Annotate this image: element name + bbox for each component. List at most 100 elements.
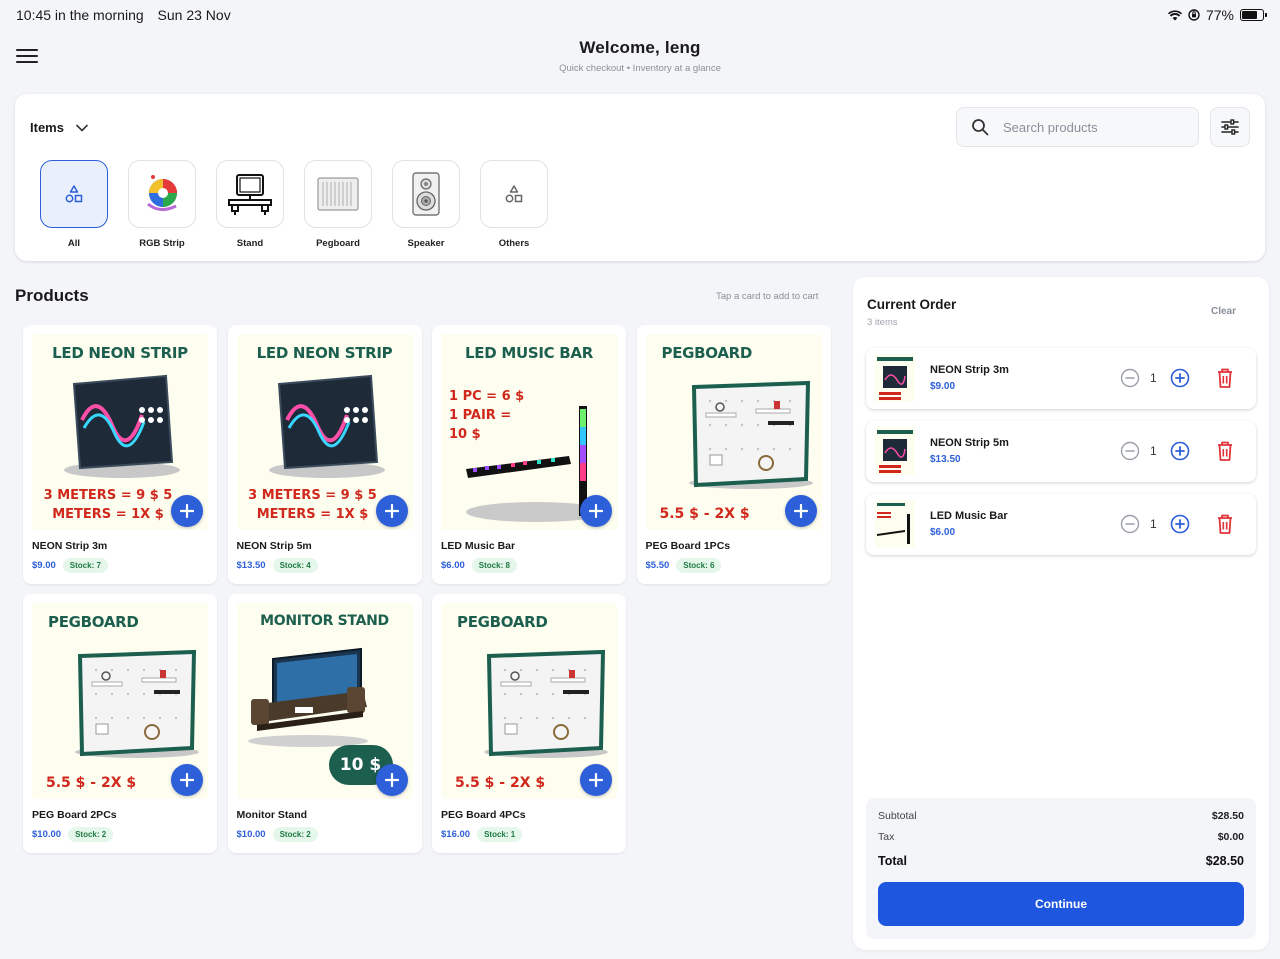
product-card[interactable]: PEGBOARD 5.5 $ - 2X $ PEG Board 2PCs $10…: [23, 594, 217, 853]
product-name: PEG Board 1PCs: [645, 540, 731, 552]
sliders-icon: [1221, 119, 1239, 135]
chevron-down-icon: [76, 124, 88, 131]
add-to-cart-button[interactable]: [375, 495, 408, 527]
category-others[interactable]: Others: [480, 160, 548, 249]
stock-badge: Stock: 2: [272, 827, 318, 842]
search-input[interactable]: [1003, 119, 1173, 135]
add-to-cart-button[interactable]: [580, 764, 612, 796]
category-panel: Items All: [15, 94, 1265, 261]
product-price: $13.50: [236, 560, 266, 571]
pegboard-icon: [317, 177, 359, 211]
product-price: $10.00: [236, 829, 266, 840]
decrease-quantity-button[interactable]: [1120, 514, 1140, 534]
product-name: PEG Board 2PCs: [32, 809, 117, 821]
category-all[interactable]: All: [40, 160, 108, 249]
search-box: [956, 107, 1199, 147]
product-image-text: 5.5 $ - 2X $: [455, 775, 546, 791]
subtotal-row: Subtotal $28.50: [878, 810, 1244, 822]
product-image-title: PEGBOARD: [661, 344, 753, 362]
increase-quantity-button[interactable]: [1170, 514, 1190, 534]
filter-button[interactable]: [1210, 107, 1250, 147]
tax-value: $0.00: [1217, 831, 1244, 843]
order-item-thumbnail: [875, 500, 915, 548]
add-to-cart-button[interactable]: [375, 764, 408, 796]
product-price: $10.00: [32, 829, 62, 840]
speaker-icon: [412, 172, 440, 216]
increase-quantity-button[interactable]: [1170, 441, 1190, 461]
decrease-quantity-button[interactable]: [1120, 368, 1140, 388]
decrease-quantity-button[interactable]: [1120, 441, 1140, 461]
monitor-stand-icon: [228, 174, 272, 215]
neon-strip-box-image: [268, 374, 385, 478]
product-card[interactable]: PEGBOARD 5.5 $ - 2X $ PEG Board 1PCs $5.…: [636, 325, 831, 584]
category-speaker[interactable]: Speaker: [392, 160, 460, 249]
rgb-strip-icon: [147, 175, 177, 211]
category-pegboard[interactable]: Pegboard: [304, 160, 372, 249]
stock-badge: Stock: 7: [62, 558, 108, 573]
page-subtitle: Quick checkout • Inventory at a glance: [559, 63, 721, 74]
product-card[interactable]: PEGBOARD 5.5 $ - 2X $ PEG Board 4PCs $16…: [432, 594, 626, 853]
order-item-thumbnail: [875, 354, 915, 402]
tax-label: Tax: [878, 831, 895, 843]
category-label: Pegboard: [316, 238, 360, 249]
stock-badge: Stock: 1: [477, 827, 523, 842]
order-line-item: LED Music Bar $6.00 1: [866, 494, 1256, 555]
clear-order-button[interactable]: Clear: [1211, 306, 1236, 317]
category-list: All RGB Strip Stand Pegboard Speaker Oth…: [40, 160, 548, 249]
add-to-cart-button[interactable]: [784, 495, 817, 527]
music-bar-thumb-image: [877, 503, 910, 544]
status-bar: 10:45 in the morning Sun 23 Nov 77%: [0, 0, 1280, 30]
category-label: Others: [498, 238, 530, 249]
order-item-count: 3 items: [867, 317, 898, 328]
product-image-text: 5.5 $ - 2X $: [659, 506, 750, 522]
product-name: Monitor Stand: [236, 809, 308, 821]
products-title: Products: [15, 286, 89, 305]
category-rgb-strip[interactable]: RGB Strip: [128, 160, 196, 249]
pegboard-image: [484, 649, 608, 758]
remove-item-button[interactable]: [1216, 513, 1234, 535]
subtotal-value: $28.50: [1211, 810, 1244, 822]
product-image-text: 3 METERS = 9 $ 5 METERS = 1X $: [248, 488, 377, 522]
monitor-stand-image: [247, 647, 368, 747]
order-item-quantity: 1: [1150, 371, 1157, 385]
neon-strip-thumb-image: [877, 357, 913, 400]
order-item-price: $6.00: [930, 527, 956, 538]
order-item-price: $9.00: [930, 381, 956, 392]
order-item-quantity: 1: [1150, 444, 1157, 458]
products-hint: Tap a card to add to cart: [716, 291, 819, 302]
order-item-price: $13.50: [930, 454, 961, 465]
page-header: Welcome, leng Quick checkout • Inventory…: [0, 38, 1280, 74]
shapes-icon: [65, 185, 83, 203]
product-grid: LED NEON STRIP 3 METERS = 9 $ 5 METERS =…: [23, 325, 835, 853]
product-image-text: 5.5 $ - 2X $: [46, 775, 137, 791]
remove-item-button[interactable]: [1216, 440, 1234, 462]
continue-button[interactable]: Continue: [878, 882, 1244, 926]
product-card[interactable]: LED NEON STRIP 3 METERS = 9 $ 5 METERS =…: [23, 325, 217, 584]
wifi-icon: [1167, 9, 1182, 20]
add-to-cart-button[interactable]: [171, 495, 203, 527]
order-line-item: NEON Strip 3m $9.00 1: [866, 348, 1256, 409]
product-card[interactable]: MONITOR STAND 10 $ Monitor Stand $10.00 …: [227, 594, 422, 853]
status-date: Sun 23 Nov: [157, 7, 231, 23]
remove-item-button[interactable]: [1216, 367, 1234, 389]
total-value: $28.50: [1205, 854, 1244, 868]
plus-icon: [793, 504, 808, 518]
product-name: PEG Board 4PCs: [441, 809, 526, 821]
product-price: $5.50: [645, 560, 670, 571]
category-stand[interactable]: Stand: [216, 160, 284, 249]
product-card[interactable]: LED MUSIC BAR 1 PC = 6 $ 1 PAIR = 10 $ L…: [432, 325, 626, 584]
stock-badge: Stock: 2: [68, 827, 114, 842]
pegboard-image: [75, 649, 199, 758]
product-name: NEON Strip 5m: [236, 540, 312, 552]
add-to-cart-button[interactable]: [171, 764, 203, 796]
category-label: Speaker: [407, 238, 445, 249]
stock-badge: Stock: 6: [676, 558, 722, 573]
subtotal-label: Subtotal: [878, 810, 917, 822]
battery-percent: 77%: [1205, 7, 1234, 23]
increase-quantity-button[interactable]: [1170, 368, 1190, 388]
add-to-cart-button[interactable]: [580, 495, 612, 527]
items-dropdown[interactable]: Items: [30, 120, 88, 135]
neon-strip-thumb-image: [877, 430, 913, 473]
plus-icon: [384, 773, 399, 787]
product-card[interactable]: LED NEON STRIP 3 METERS = 9 $ 5 METERS =…: [227, 325, 422, 584]
